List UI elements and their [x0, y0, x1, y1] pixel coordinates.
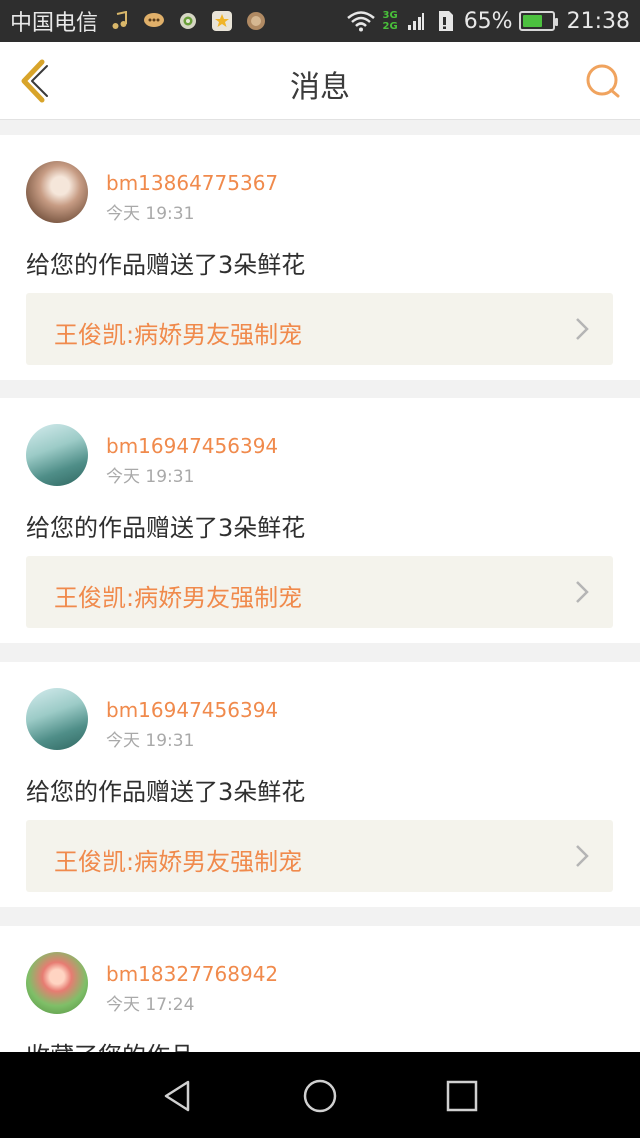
message-card[interactable]: bm16947456394 今天 19:31 给您的作品赠送了3朵鲜花 王俊凯:…: [0, 398, 640, 643]
recents-square-icon[interactable]: [444, 1078, 480, 1114]
music-icon: [108, 9, 132, 33]
header-bar: 消息: [0, 42, 640, 120]
message-text: 给您的作品赠送了3朵鲜花: [26, 778, 306, 806]
message-time: 今天 19:31: [106, 467, 195, 487]
search-button[interactable]: [584, 62, 624, 102]
message-card[interactable]: bm13864775367 今天 19:31 给您的作品赠送了3朵鲜花 王俊凯:…: [0, 135, 640, 380]
star-icon: [210, 9, 234, 33]
signal-icon: [404, 9, 428, 33]
status-bar: 中国电信 3G 2G 65% 21:38: [0, 0, 640, 42]
avatar[interactable]: [26, 161, 88, 223]
work-link[interactable]: 王俊凯:病娇男友强制宠: [26, 556, 613, 628]
battery-fill: [522, 15, 543, 27]
avatar[interactable]: [26, 688, 88, 750]
avatar[interactable]: [26, 424, 88, 486]
work-link[interactable]: 王俊凯:病娇男友强制宠: [26, 293, 613, 365]
system-nav-bar: [0, 1052, 640, 1138]
network-3g-label: 3G: [382, 10, 398, 21]
message-text: 给您的作品赠送了3朵鲜花: [26, 514, 306, 542]
message-time: 今天 17:24: [106, 995, 195, 1015]
message-text: 收藏了您的作品: [26, 1036, 194, 1052]
coin-icon: [244, 9, 268, 33]
chevron-right-icon: [576, 318, 589, 340]
chat-bubble-icon: [142, 9, 166, 33]
message-time: 今天 19:31: [106, 204, 195, 224]
search-icon: [586, 64, 620, 98]
back-triangle-icon[interactable]: [160, 1078, 196, 1114]
battery-icon: [518, 11, 558, 31]
work-title: 王俊凯:病娇男友强制宠: [54, 584, 303, 612]
home-circle-icon[interactable]: [302, 1078, 338, 1114]
work-title: 王俊凯:病娇男友强制宠: [54, 848, 303, 876]
battery-percent: 65%: [463, 8, 513, 34]
chevron-right-icon: [576, 581, 589, 603]
message-card[interactable]: bm18327768942 今天 17:24 收藏了您的作品: [0, 926, 640, 1052]
page-title: 消息: [290, 70, 350, 105]
username[interactable]: bm13864775367: [106, 171, 278, 195]
message-card[interactable]: bm16947456394 今天 19:31 给您的作品赠送了3朵鲜花 王俊凯:…: [0, 662, 640, 907]
avatar[interactable]: [26, 952, 88, 1014]
carrier-label: 中国电信: [10, 11, 99, 36]
sim-icon: [434, 9, 458, 33]
message-text: 给您的作品赠送了3朵鲜花: [26, 251, 306, 279]
message-time: 今天 19:31: [106, 731, 195, 751]
work-title: 王俊凯:病娇男友强制宠: [54, 321, 303, 349]
network-2g-label: 2G: [382, 21, 398, 32]
username[interactable]: bm16947456394: [106, 698, 278, 722]
work-link[interactable]: 王俊凯:病娇男友强制宠: [26, 820, 613, 892]
chevron-right-icon: [576, 845, 589, 867]
network-type: 3G 2G: [383, 10, 398, 32]
wifi-icon: [345, 9, 377, 33]
clock: 21:38: [566, 8, 630, 34]
username[interactable]: bm16947456394: [106, 434, 278, 458]
target-icon: [176, 9, 200, 33]
username[interactable]: bm18327768942: [106, 962, 278, 986]
